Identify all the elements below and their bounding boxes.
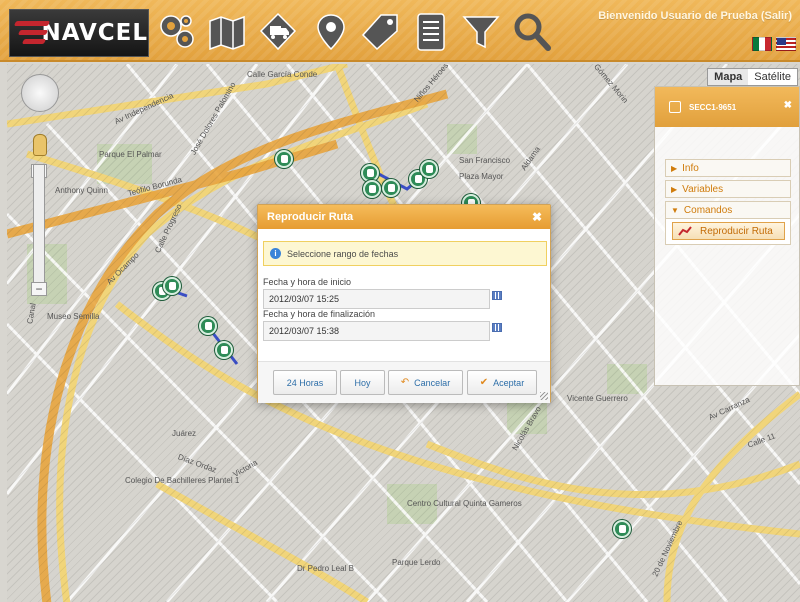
accept-button[interactable]: ✔ Aceptar <box>467 370 537 395</box>
vehicle-marker[interactable] <box>382 179 400 197</box>
vehicle-marker[interactable] <box>275 150 293 168</box>
zoom-slider[interactable] <box>33 164 45 294</box>
settings-gears-icon[interactable] <box>155 10 199 54</box>
street-label: Parque El Palmar <box>99 150 162 159</box>
map-type-control: Mapa Satélite <box>707 68 798 86</box>
app-root: NAVCEL Bienvenido Usuario de Prueba (Sal… <box>0 0 800 602</box>
filter-icon[interactable] <box>459 10 503 54</box>
close-icon[interactable]: ✖ <box>784 100 792 111</box>
start-date-input[interactable] <box>263 289 490 309</box>
chevron-right-icon: ▶ <box>671 184 678 194</box>
commands-body: Reproducir Ruta <box>665 219 791 245</box>
document-list-icon[interactable] <box>409 10 453 54</box>
accordion-info[interactable]: ▶ Info <box>665 159 791 177</box>
street-label: Dr Pedro Leal B <box>297 564 354 573</box>
vehicle-marker[interactable] <box>613 520 631 538</box>
route-replay-icon <box>678 226 692 236</box>
replay-route-button[interactable]: Reproducir Ruta <box>672 222 785 240</box>
language-flags <box>752 37 796 51</box>
search-icon[interactable] <box>510 10 554 54</box>
calendar-icon[interactable] <box>492 323 502 332</box>
vehicle-marker[interactable] <box>199 317 217 335</box>
map-type-satellite-button[interactable]: Satélite <box>748 69 797 85</box>
street-label: Calle García Conde <box>247 70 318 79</box>
vehicle-marker[interactable] <box>420 160 438 178</box>
vehicle-marker[interactable] <box>215 341 233 359</box>
info-alert: i Seleccione rango de fechas <box>263 241 547 266</box>
street-label: Museo Semilla <box>47 312 100 321</box>
vehicle-side-panel: SECC1-9651 ✖ ▶ Info ▶ Variables ▼ Comand… <box>654 86 800 386</box>
chevron-down-icon: ▼ <box>671 205 679 215</box>
logo-mark-icon <box>13 18 51 48</box>
end-date-input[interactable] <box>263 321 490 341</box>
street-label: Juárez <box>172 429 197 438</box>
street-label: Colegio De Bachilleres Plantel 1 <box>125 476 240 485</box>
usa-flag-icon[interactable] <box>776 37 796 51</box>
street-label: San Francisco <box>459 156 511 165</box>
start-date-label: Fecha y hora de inicio <box>263 277 352 287</box>
vehicle-marker[interactable] <box>363 180 381 198</box>
truck-icon[interactable] <box>256 10 300 54</box>
close-icon[interactable]: ✖ <box>532 210 542 224</box>
end-date-label: Fecha y hora de finalización <box>263 309 376 319</box>
replay-route-dialog: Reproducir Ruta ✖ i Seleccione rango de … <box>257 204 551 403</box>
vehicle-panel-header: SECC1-9651 ✖ <box>655 87 799 127</box>
tag-icon[interactable] <box>358 10 402 54</box>
last-24-hours-button[interactable]: 24 Horas <box>273 370 337 395</box>
street-label: Anthony Quinn <box>55 186 108 195</box>
bus-icon <box>669 101 681 113</box>
logo-text: NAVCEL <box>41 20 148 46</box>
vehicle-id: SECC1-9651 <box>689 102 737 112</box>
undo-icon: ↶ <box>400 377 410 388</box>
street-label: Parque Lerdo <box>392 558 441 567</box>
cancel-button[interactable]: ↶ Cancelar <box>388 370 463 395</box>
street-label: Centro Cultural Quinta Gameros <box>407 499 522 508</box>
top-header: NAVCEL Bienvenido Usuario de Prueba (Sal… <box>0 0 800 62</box>
calendar-icon[interactable] <box>492 291 502 300</box>
info-icon: i <box>270 248 281 259</box>
accordion-variables[interactable]: ▶ Variables <box>665 180 791 198</box>
dialog-title: Reproducir Ruta <box>267 211 354 223</box>
navcel-logo[interactable]: NAVCEL <box>9 9 149 57</box>
mexico-flag-icon[interactable] <box>752 37 772 51</box>
resize-handle[interactable] <box>540 392 548 400</box>
map-pin-icon[interactable] <box>309 10 353 54</box>
map-type-map-button[interactable]: Mapa <box>708 69 749 85</box>
accordion-commands[interactable]: ▼ Comandos <box>665 201 791 219</box>
welcome-logout-link[interactable]: Bienvenido Usuario de Prueba (Salir) <box>598 10 792 22</box>
today-button[interactable]: Hoy <box>340 370 385 395</box>
dialog-title-bar[interactable]: Reproducir Ruta ✖ <box>258 205 550 229</box>
check-icon: ✔ <box>479 377 489 388</box>
street-label: Plaza Mayor <box>459 172 504 181</box>
street-view-pegman-icon[interactable] <box>33 134 47 156</box>
vehicle-marker[interactable] <box>163 277 181 295</box>
map-pan-control[interactable] <box>21 74 59 112</box>
dialog-button-row: 24 Horas Hoy ↶ Cancelar ✔ Aceptar <box>258 361 550 403</box>
street-label: Vicente Guerrero <box>567 394 628 403</box>
map-icon[interactable] <box>205 10 249 54</box>
chevron-right-icon: ▶ <box>671 163 678 173</box>
zoom-out-button[interactable]: − <box>31 282 47 296</box>
